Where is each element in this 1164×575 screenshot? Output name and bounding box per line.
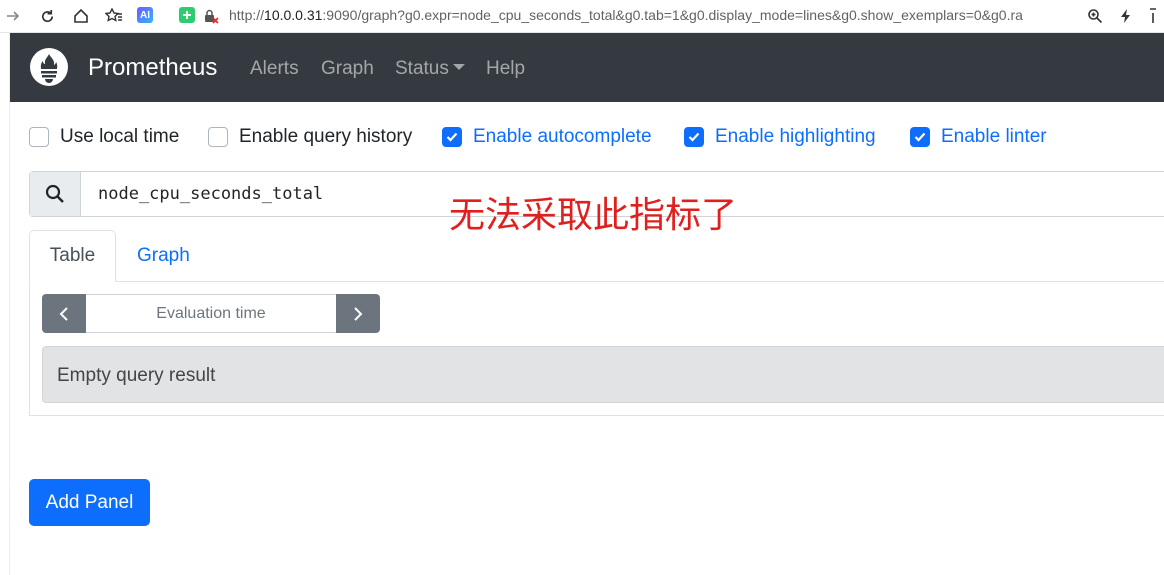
- nav-help[interactable]: Help: [486, 58, 525, 80]
- chevron-left-icon: [59, 306, 68, 321]
- previous-time-button[interactable]: [42, 294, 86, 333]
- browser-toolbar: AI http://10.0.0.31:9090/graph?g0.expr=n…: [0, 0, 1164, 33]
- option-use-local-time[interactable]: Use local time: [29, 126, 179, 148]
- insecure-lock-icon[interactable]: [203, 6, 219, 26]
- checkbox-checked-icon[interactable]: [910, 127, 930, 147]
- empty-result-alert: Empty query result: [42, 346, 1164, 403]
- nav-status[interactable]: Status: [395, 58, 465, 80]
- option-label: Enable linter: [941, 126, 1047, 147]
- option-label: Enable autocomplete: [473, 126, 652, 147]
- next-time-button[interactable]: [336, 294, 380, 333]
- search-icon[interactable]: [30, 172, 81, 216]
- navbar: Prometheus Alerts Graph Status Help: [10, 33, 1164, 102]
- tab-graph[interactable]: Graph: [137, 230, 190, 282]
- option-label: Enable highlighting: [715, 126, 876, 147]
- option-label: Use local time: [60, 126, 180, 147]
- url-prefix: http://: [229, 7, 265, 23]
- option-enable-autocomplete[interactable]: Enable autocomplete: [442, 126, 652, 148]
- brand-title[interactable]: Prometheus: [88, 54, 217, 82]
- checkbox-unchecked-icon[interactable]: [208, 127, 228, 147]
- more-icon[interactable]: [1148, 6, 1158, 26]
- option-enable-highlighting[interactable]: Enable highlighting: [684, 126, 876, 148]
- favorites-icon[interactable]: [105, 6, 123, 26]
- nav-alerts[interactable]: Alerts: [250, 58, 299, 80]
- checkbox-unchecked-icon[interactable]: [29, 127, 49, 147]
- left-gutter: [0, 33, 10, 575]
- evaluation-time-input[interactable]: Evaluation time: [86, 294, 336, 333]
- url-path: :9090/graph?g0.expr=node_cpu_seconds_tot…: [322, 7, 1023, 23]
- checkbox-checked-icon[interactable]: [684, 127, 704, 147]
- home-icon[interactable]: [73, 6, 89, 26]
- annotation-text: 无法采取此指标了: [449, 195, 738, 236]
- option-enable-linter[interactable]: Enable linter: [910, 126, 1047, 148]
- url-host: 10.0.0.31: [264, 7, 323, 23]
- option-enable-query-history[interactable]: Enable query history: [208, 126, 412, 148]
- evaluation-time-group: Evaluation time: [42, 294, 380, 333]
- chevron-down-icon: [452, 64, 465, 70]
- chevron-right-icon: [354, 306, 363, 321]
- tab-table[interactable]: Table: [29, 230, 116, 282]
- expression-text[interactable]: node_cpu_seconds_total: [98, 184, 323, 204]
- ai-assistant-icon[interactable]: AI: [137, 7, 153, 23]
- checkbox-checked-icon[interactable]: [442, 127, 462, 147]
- lightning-icon[interactable]: [1120, 6, 1132, 26]
- address-bar[interactable]: http://10.0.0.31:9090/graph?g0.expr=node…: [229, 7, 1081, 23]
- nav-graph[interactable]: Graph: [321, 58, 374, 80]
- reload-icon[interactable]: [40, 6, 55, 26]
- zoom-icon[interactable]: [1087, 6, 1103, 26]
- nav-status-label: Status: [395, 58, 449, 79]
- add-panel-button[interactable]: Add Panel: [29, 479, 150, 526]
- option-label: Enable query history: [239, 126, 413, 147]
- shield-extension-icon[interactable]: [179, 7, 195, 23]
- forward-icon[interactable]: [6, 6, 20, 26]
- prometheus-logo-icon[interactable]: [30, 48, 68, 86]
